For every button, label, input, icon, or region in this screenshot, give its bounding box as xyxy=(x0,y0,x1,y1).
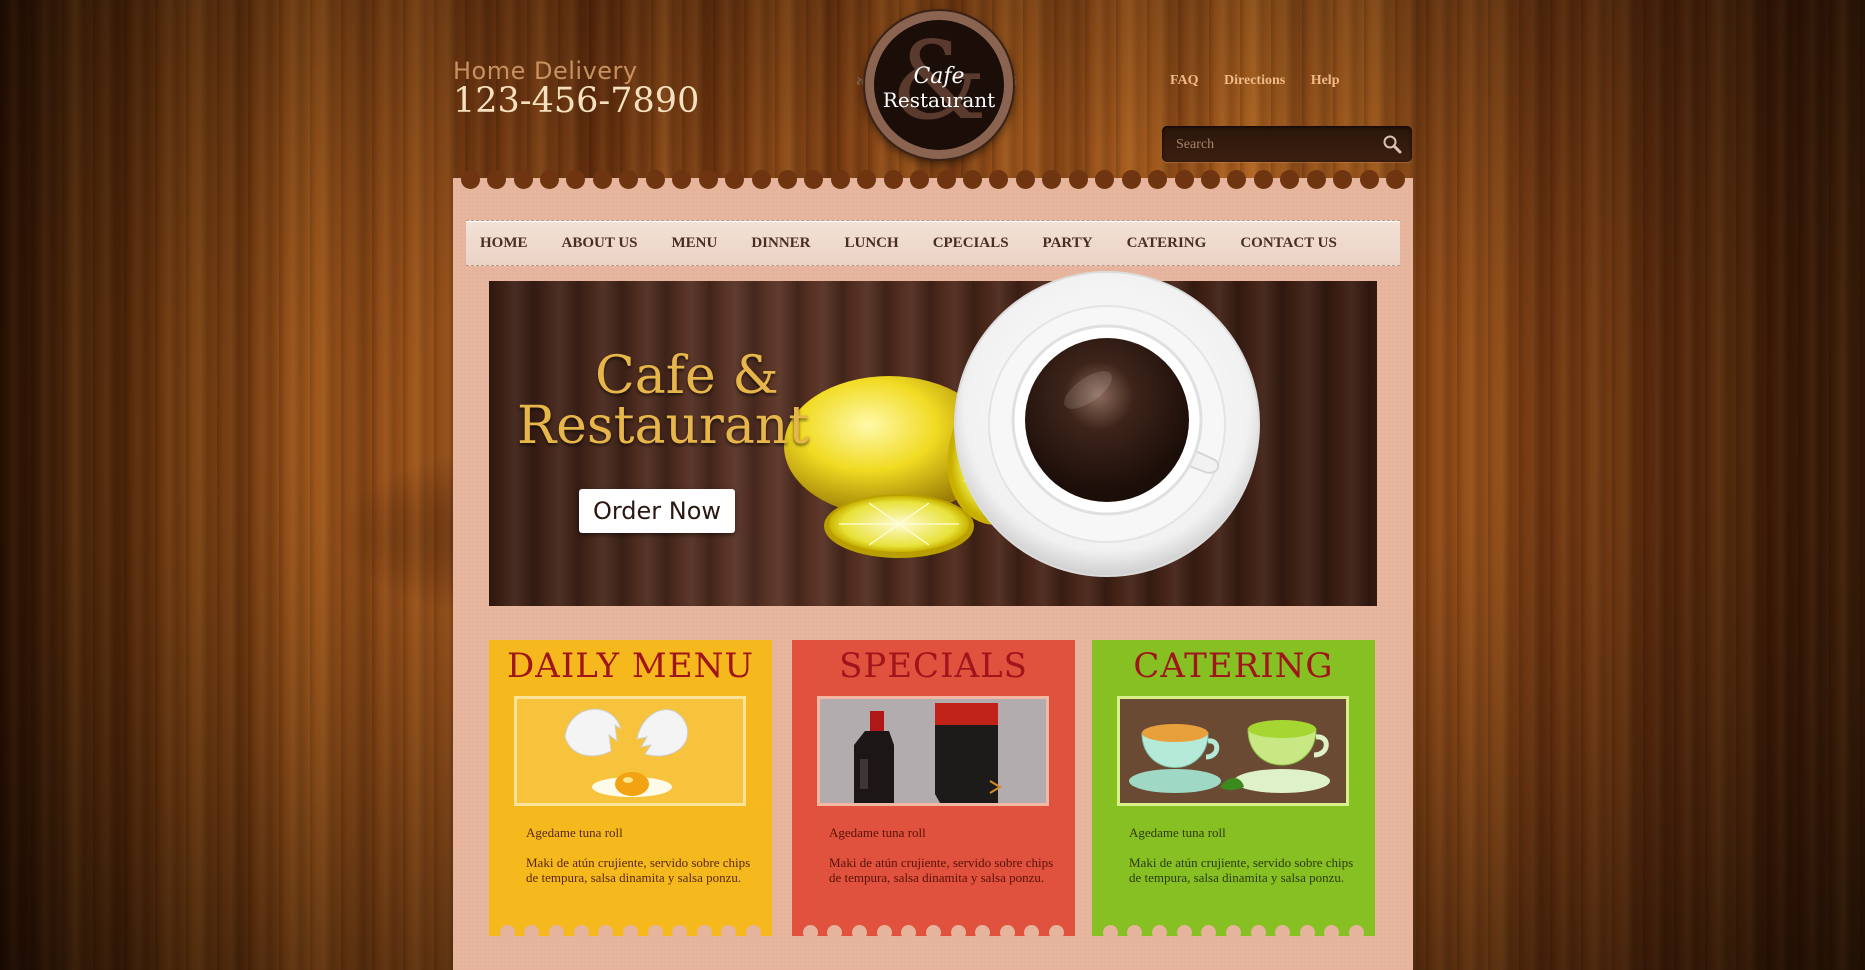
nav-party[interactable]: PARTY xyxy=(1043,235,1093,252)
paper-top-scallop xyxy=(453,170,1413,197)
card-bottom-scallop xyxy=(489,923,772,940)
specials-card[interactable]: SPECIALS Agedame tuna roll Maki de atún … xyxy=(792,640,1075,940)
card-item-name: Agedame tuna roll xyxy=(1129,825,1226,840)
card-title: DAILY MENU xyxy=(507,646,754,686)
content-paper: HOME ABOUT US MENU DINNER LUNCH CPECIALS… xyxy=(453,170,1413,970)
banner-title-line1: Cafe & xyxy=(595,346,779,406)
order-now-button[interactable]: Order Now xyxy=(579,489,735,533)
nav-catering[interactable]: CATERING xyxy=(1127,235,1207,252)
tea-cups-image xyxy=(1117,696,1349,806)
nav-home[interactable]: HOME xyxy=(480,235,528,252)
banner-title-line2: Restaurant xyxy=(517,396,810,456)
magnifier-icon[interactable] xyxy=(1382,134,1402,154)
nav-specials[interactable]: CPECIALS xyxy=(933,235,1009,252)
broken-egg-image xyxy=(514,696,746,806)
sauce-bottle-image xyxy=(817,696,1049,806)
nav-menu[interactable]: MENU xyxy=(672,235,718,252)
help-link[interactable]: Help xyxy=(1311,73,1340,88)
search-box xyxy=(1162,126,1412,162)
card-description: Maki de atún crujiente, servido sobre ch… xyxy=(526,855,751,885)
banner-title: Cafe & Restaurant xyxy=(517,346,809,452)
phone-number[interactable]: 123-456-7890 xyxy=(453,81,699,121)
card-bottom-scallop xyxy=(1092,923,1375,940)
card-bottom-scallop xyxy=(792,923,1075,940)
nav-about-us[interactable]: ABOUT US xyxy=(562,235,638,252)
top-links: FAQ Directions Help xyxy=(1170,73,1361,89)
card-description: Maki de atún crujiente, servido sobre ch… xyxy=(1129,855,1354,885)
nav-lunch[interactable]: LUNCH xyxy=(845,235,899,252)
home-delivery-label: Home Delivery xyxy=(453,57,638,85)
coffee-cup-illustration xyxy=(953,270,1263,580)
logo-text-cafe: Cafe xyxy=(913,64,965,89)
card-title: CATERING xyxy=(1133,646,1334,686)
directions-link[interactable]: Directions xyxy=(1224,73,1285,88)
nav-contact-us[interactable]: CONTACT US xyxy=(1240,235,1337,252)
nav-dinner[interactable]: DINNER xyxy=(751,235,810,252)
card-title: SPECIALS xyxy=(839,646,1028,686)
daily-menu-card[interactable]: DAILY MENU Agedame tuna roll Maki de atú… xyxy=(489,640,772,940)
logo-text-restaurant: Restaurant xyxy=(882,88,996,112)
main-nav: HOME ABOUT US MENU DINNER LUNCH CPECIALS… xyxy=(466,220,1400,266)
card-item-name: Agedame tuna roll xyxy=(526,825,623,840)
card-item-name: Agedame tuna roll xyxy=(829,825,926,840)
faq-link[interactable]: FAQ xyxy=(1170,73,1199,88)
search-input[interactable] xyxy=(1174,134,1368,156)
catering-card[interactable]: CATERING Agedame tuna roll Maki de atún … xyxy=(1092,640,1375,940)
site-logo[interactable]: & Cafe Restaurant xyxy=(865,11,1013,159)
card-description: Maki de atún crujiente, servido sobre ch… xyxy=(829,855,1054,885)
home-delivery-block: Home Delivery 123-456-7890 xyxy=(453,57,699,121)
